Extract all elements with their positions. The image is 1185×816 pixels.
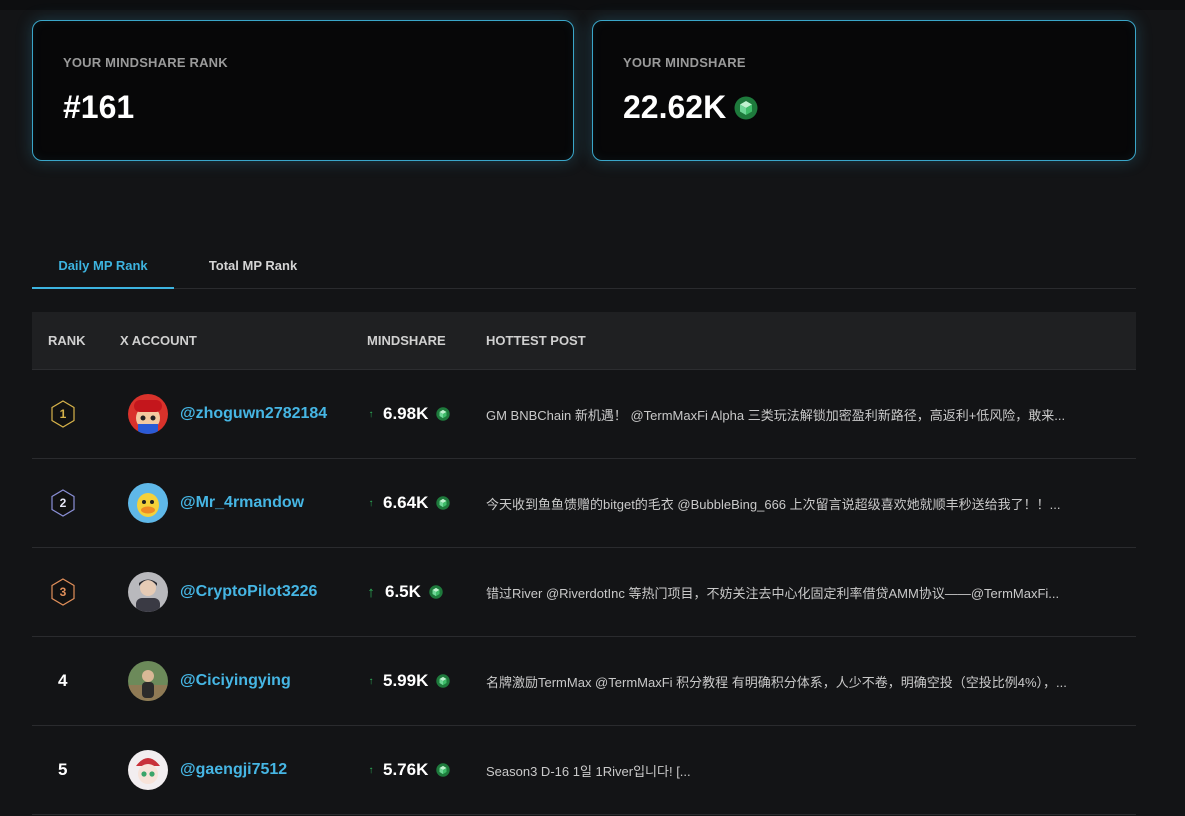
tab-daily-mp-rank[interactable]: Daily MP Rank [32, 243, 174, 289]
table-row[interactable]: 2 @Mr_4rmandow ↑ 6.64K 今天收到鱼鱼馈赠的bitget的毛… [32, 459, 1136, 548]
rank-badge-gold: 1 [48, 399, 78, 429]
rank-cell: 3 [48, 548, 112, 636]
rank-tabs: Daily MP Rank Total MP Rank [32, 243, 1136, 289]
hottest-post-link[interactable]: 错过River @RiverdotInc 等热门项目，不妨关注去中心化固定利率借… [486, 583, 1059, 602]
hottest-post-cell: 错过River @RiverdotInc 等热门项目，不妨关注去中心化固定利率借… [486, 548, 1126, 636]
hottest-post-link[interactable]: 今天收到鱼鱼馈赠的bitget的毛衣 @BubbleBing_666 上次留言说… [486, 494, 1060, 513]
avatar [128, 483, 168, 523]
rank-number: 4 [58, 671, 68, 690]
hottest-post-link[interactable]: 名牌激励TermMax @TermMaxFi 积分教程 有明确积分体系，人少不卷… [486, 672, 1067, 691]
mindshare-cell: ↑ 5.99K [367, 637, 451, 725]
green-cube-icon [429, 585, 443, 599]
rank-badge-silver: 2 [48, 488, 78, 518]
account-handle-link[interactable]: @CryptoPilot3226 [180, 583, 317, 601]
account-handle-link[interactable]: @zhoguwn2782184 [180, 405, 327, 423]
account-handle-link[interactable]: @gaengji7512 [180, 761, 287, 779]
table-row[interactable]: 4 @Ciciyingying ↑ 5.99K 名牌激励TermMax @Ter… [32, 637, 1136, 726]
avatar [128, 394, 168, 434]
mindshare-rank-card: YOUR MINDSHARE RANK #161 [32, 20, 574, 161]
green-cube-icon [436, 407, 451, 421]
header-mindshare: MINDSHARE [367, 333, 446, 348]
leaderboard-table: RANK X ACCOUNT MINDSHARE HOTTEST POST 1 … [32, 312, 1136, 815]
mindshare-cell: ↑ 6.98K [367, 370, 451, 458]
mindshare-value: 5.99K [383, 671, 429, 690]
header-account: X ACCOUNT [120, 333, 197, 348]
mindshare-value: 5.76K [383, 760, 429, 779]
mindshare-value-text: 22.62K [623, 89, 727, 125]
rank-cell: 4 [48, 637, 112, 725]
account-cell: @Ciciyingying [128, 637, 291, 725]
avatar [128, 572, 168, 612]
rank-number: 2 [59, 496, 67, 510]
table-row[interactable]: 3 @CryptoPilot3226 ↑ 6.5K 错过River @River… [32, 548, 1136, 637]
mindshare-rank-label: YOUR MINDSHARE RANK [63, 55, 228, 70]
hottest-post-link[interactable]: Season3 D-16 1일 1River입니다! [... [486, 761, 691, 780]
hottest-post-cell: 名牌激励TermMax @TermMaxFi 积分教程 有明确积分体系，人少不卷… [486, 637, 1126, 725]
avatar [128, 661, 168, 701]
account-cell: @CryptoPilot3226 [128, 548, 317, 636]
account-handle-link[interactable]: @Ciciyingying [180, 672, 291, 690]
green-cube-icon [734, 96, 758, 119]
hottest-post-cell: 今天收到鱼鱼馈赠的bitget的毛衣 @BubbleBing_666 上次留言说… [486, 459, 1126, 547]
mindshare-cell: ↑ 6.64K [367, 459, 451, 547]
hottest-post-cell: GM BNBChain 新机遇！ @TermMaxFi Alpha 三类玩法解锁… [486, 370, 1126, 458]
up-arrow-icon: ↑ [368, 675, 374, 687]
green-cube-icon [436, 763, 451, 777]
mindshare-value: 6.64K [383, 493, 429, 512]
hottest-post-link[interactable]: GM BNBChain 新机遇！ @TermMaxFi Alpha 三类玩法解锁… [486, 405, 1065, 424]
mindshare-label: YOUR MINDSHARE [623, 55, 746, 70]
mindshare-rank-value: #161 [63, 89, 134, 126]
rank-cell: 5 [48, 726, 112, 814]
up-arrow-icon: ↑ [368, 764, 374, 776]
rank-value-text: #161 [63, 89, 135, 125]
green-cube-icon [436, 496, 451, 510]
top-band [0, 0, 1185, 10]
mindshare-value: 6.5K [385, 582, 421, 601]
mindshare-card: YOUR MINDSHARE 22.62K [592, 20, 1136, 161]
rank-number: 1 [59, 407, 67, 421]
account-cell: @zhoguwn2782184 [128, 370, 327, 458]
mindshare-cell: ↑ 5.76K [367, 726, 451, 814]
header-rank: RANK [48, 333, 86, 348]
table-header: RANK X ACCOUNT MINDSHARE HOTTEST POST [32, 312, 1136, 370]
rank-cell: 1 [48, 370, 112, 458]
up-arrow-icon: ↑ [367, 583, 375, 601]
up-arrow-icon: ↑ [368, 408, 374, 420]
account-handle-link[interactable]: @Mr_4rmandow [180, 494, 304, 512]
header-hottest-post: HOTTEST POST [486, 333, 586, 348]
avatar [128, 750, 168, 790]
tab-total-mp-rank[interactable]: Total MP Rank [192, 243, 314, 287]
table-row[interactable]: 1 @zhoguwn2782184 ↑ 6.98K GM BNBChain 新机… [32, 370, 1136, 459]
account-cell: @gaengji7512 [128, 726, 287, 814]
mindshare-value: 6.98K [383, 404, 429, 423]
rank-number: 3 [59, 585, 67, 599]
rank-cell: 2 [48, 459, 112, 547]
table-row[interactable]: 5 @gaengji7512 ↑ 5.76K Season3 D-16 1일 1… [32, 726, 1136, 815]
hottest-post-cell: Season3 D-16 1일 1River입니다! [... [486, 726, 1126, 814]
up-arrow-icon: ↑ [368, 497, 374, 509]
account-cell: @Mr_4rmandow [128, 459, 304, 547]
rank-number: 5 [58, 760, 68, 779]
mindshare-cell: ↑ 6.5K [367, 548, 443, 636]
green-cube-icon [436, 674, 451, 688]
rank-badge-bronze: 3 [48, 577, 78, 607]
mindshare-value: 22.62K [623, 89, 758, 126]
